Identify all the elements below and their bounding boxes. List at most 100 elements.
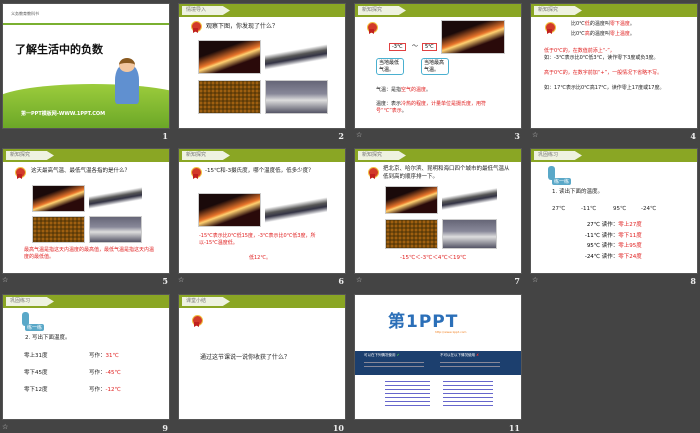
photo-harbin xyxy=(442,188,497,210)
decoration xyxy=(119,58,135,72)
slide-thumbnail-5[interactable]: 新知探究 这天最高气温、最低气温各指的是什么？ 最高气温是指这天内温度的最高值，… xyxy=(2,148,170,274)
answer: -15℃＜-3℃＜4℃＜19℃ xyxy=(400,255,467,261)
rule-positive: 高于0℃的，在数字前加“+”，一般情况下省略不写。 xyxy=(544,70,663,76)
text-span: 95℃ xyxy=(586,243,600,249)
photo-haikou xyxy=(442,219,497,249)
slide-number: 7 xyxy=(514,276,520,286)
task: 1. 读出下面的温度。 xyxy=(552,189,603,195)
answer: 最高气温是指这天内温度的最高值，最低气温是指这天内温度的最低值。 xyxy=(24,247,155,261)
slide-number: 5 xyxy=(162,276,168,286)
temp-4: -24℃ xyxy=(641,206,657,212)
above-zero-def: 比0℃高的温度叫零上温度。 xyxy=(571,31,635,38)
text-span: -11℃ xyxy=(584,232,600,239)
medal-icon xyxy=(15,167,26,179)
text-span: 。 xyxy=(401,108,407,115)
photo-harbin xyxy=(265,197,327,223)
answer: -15℃表示比0℃低15度，-3℃表示比0℃低3度，所以-15℃温度低。 xyxy=(199,233,316,247)
header-bar: 新知探究 xyxy=(355,149,521,162)
text-span: 读作： xyxy=(601,243,619,249)
example-negative: 如：-3℃表示比0℃低3℃，读作零下3度或负3度。 xyxy=(544,55,659,61)
practice-badge: 练一练 xyxy=(552,178,572,185)
write-1: 写作：31℃ xyxy=(89,353,119,361)
slide-thumbnail-7[interactable]: 新知探究 把北京、哈尔滨、昆明和海口四个城市的最低气温从低到高的顺序排一下。 -… xyxy=(354,148,522,274)
section-tag: 新知探究 xyxy=(358,6,406,15)
text-span: 。 xyxy=(426,87,432,93)
transition-icon[interactable]: ☆ xyxy=(532,276,538,284)
below-zero-def: 比0℃低的温度叫零下温度。 xyxy=(571,21,635,28)
photo-harbin xyxy=(265,44,327,70)
decoration: ✘ xyxy=(476,353,480,357)
text-span: 的温度叫 xyxy=(589,21,610,27)
text-span: 温度：表示 xyxy=(376,101,402,107)
slide-thumbnail-11[interactable]: 第1PPT http://www.1ppt.com 可以在下列情况使用 ✔ 不可… xyxy=(354,294,522,420)
photo-kunming xyxy=(198,80,261,114)
header-bar: 新知探究 xyxy=(355,4,521,17)
medal-icon xyxy=(368,167,379,179)
top-label: 义务教育教科书 xyxy=(11,11,39,16)
high-callout: 当地最高气温。 xyxy=(421,58,449,75)
text-span: 读作： xyxy=(601,253,619,260)
section-tag: 课堂小结 xyxy=(182,297,230,306)
slide-number: 8 xyxy=(690,276,696,286)
text-span: 不可以在以下情况使用 xyxy=(440,353,475,357)
slide-number: 6 xyxy=(338,276,344,286)
text-span: 读作： xyxy=(601,222,619,228)
text-span: 27℃ xyxy=(586,222,600,228)
transition-icon[interactable]: ☆ xyxy=(2,276,8,284)
slide-title: 了解生活中的负数 xyxy=(15,43,103,56)
header-bar: 新知探究 xyxy=(179,149,345,162)
text-span: 空气的温度 xyxy=(401,87,427,93)
medal-icon xyxy=(367,22,378,34)
slide-thumbnail-4[interactable]: 新知探究 比0℃低的温度叫零下温度。 比0℃高的温度叫零上温度。 低于0℃的，在… xyxy=(530,3,698,129)
text-span: 写作： xyxy=(89,387,106,393)
slide-thumbnail-1[interactable]: 义务教育教科书 了解生活中的负数 第一PPT模板网-WWW.1PPT.COM xyxy=(2,3,170,129)
text-span: 写作： xyxy=(89,353,106,359)
logo-url: http://www.1ppt.com xyxy=(435,330,467,334)
header-bar: 巩固练习 xyxy=(3,295,169,308)
text-span: 零上温度 xyxy=(609,31,630,37)
word-3: 零下12度 xyxy=(24,387,48,393)
text-span: 零下11度 xyxy=(618,232,642,239)
slide-thumbnail-2[interactable]: 情境导入 观察下图，你发现了什么？ xyxy=(178,3,346,129)
grass-hill xyxy=(3,84,169,128)
transition-icon[interactable]: ☆ xyxy=(2,423,8,431)
text-span: -45℃ xyxy=(105,370,121,376)
text-span: 写作： xyxy=(89,370,106,376)
high-temp-box: 5℃ xyxy=(422,43,437,51)
medal-icon xyxy=(192,315,203,327)
reading-row: -11℃ 读作：零下11度 xyxy=(576,231,642,242)
slide-thumbnail-10[interactable]: 课堂小结 通过这节课说一说你收获了什么？ xyxy=(178,294,346,420)
reading-row: 95℃ 读作：零上95度 xyxy=(576,241,642,252)
air-temp-definition: 气温：是指空气的温度。 xyxy=(376,87,431,94)
text-span: 可以在下列情况使用 xyxy=(364,353,396,357)
photo-beijing xyxy=(32,185,85,212)
write-3: 写作：-12℃ xyxy=(89,387,121,395)
slide-thumbnail-9[interactable]: 巩固练习 练一练 2. 写出下面温度。 零上31度 写作：31℃ 零下45度 写… xyxy=(2,294,170,420)
text-span: 零下24度 xyxy=(618,253,642,260)
slide-thumbnail-8[interactable]: 巩固练习 练一练 1. 读出下面的温度。 27℃ -11℃ 95℃ -24℃ 2… xyxy=(530,148,698,274)
photo-harbin xyxy=(89,187,142,209)
section-tag: 新知探究 xyxy=(358,151,406,160)
text-span: 零上27度 xyxy=(618,222,642,228)
forbidden-heading: 不可以在以下情况使用 ✘ xyxy=(440,353,479,358)
transition-icon[interactable]: ☆ xyxy=(356,276,362,284)
text-span: -12℃ xyxy=(105,387,121,393)
slide-number: 1 xyxy=(162,131,168,141)
divider xyxy=(3,23,169,25)
photo-beijing xyxy=(198,40,261,74)
photo-kunming xyxy=(32,216,85,243)
question: 这天最高气温、最低气温各指的是什么？ xyxy=(31,168,131,174)
slide-number: 3 xyxy=(514,131,520,141)
slide-thumbnail-3[interactable]: 新知探究 -3℃ ～ 5℃ 当地最低气温。 当地最高气温。 气温：是指空气的温度… xyxy=(354,3,522,129)
slide-number: 10 xyxy=(332,423,344,433)
temp-3: 95℃ xyxy=(613,206,627,212)
medal-icon xyxy=(191,167,202,179)
transition-icon[interactable]: ☆ xyxy=(532,131,538,139)
transition-icon[interactable]: ☆ xyxy=(178,276,184,284)
slide-thumbnail-6[interactable]: 新知探究 -15℃和-3摄氏度，哪个温度低，低多少度？ -15℃表示比0℃低15… xyxy=(178,148,346,274)
header-bar: 课堂小结 xyxy=(179,295,345,308)
transition-icon[interactable]: ☆ xyxy=(356,131,362,139)
section-tag: 新知探究 xyxy=(534,6,582,15)
practice-badge: 练一练 xyxy=(25,324,45,331)
header-bar: 新知探究 xyxy=(3,149,169,162)
